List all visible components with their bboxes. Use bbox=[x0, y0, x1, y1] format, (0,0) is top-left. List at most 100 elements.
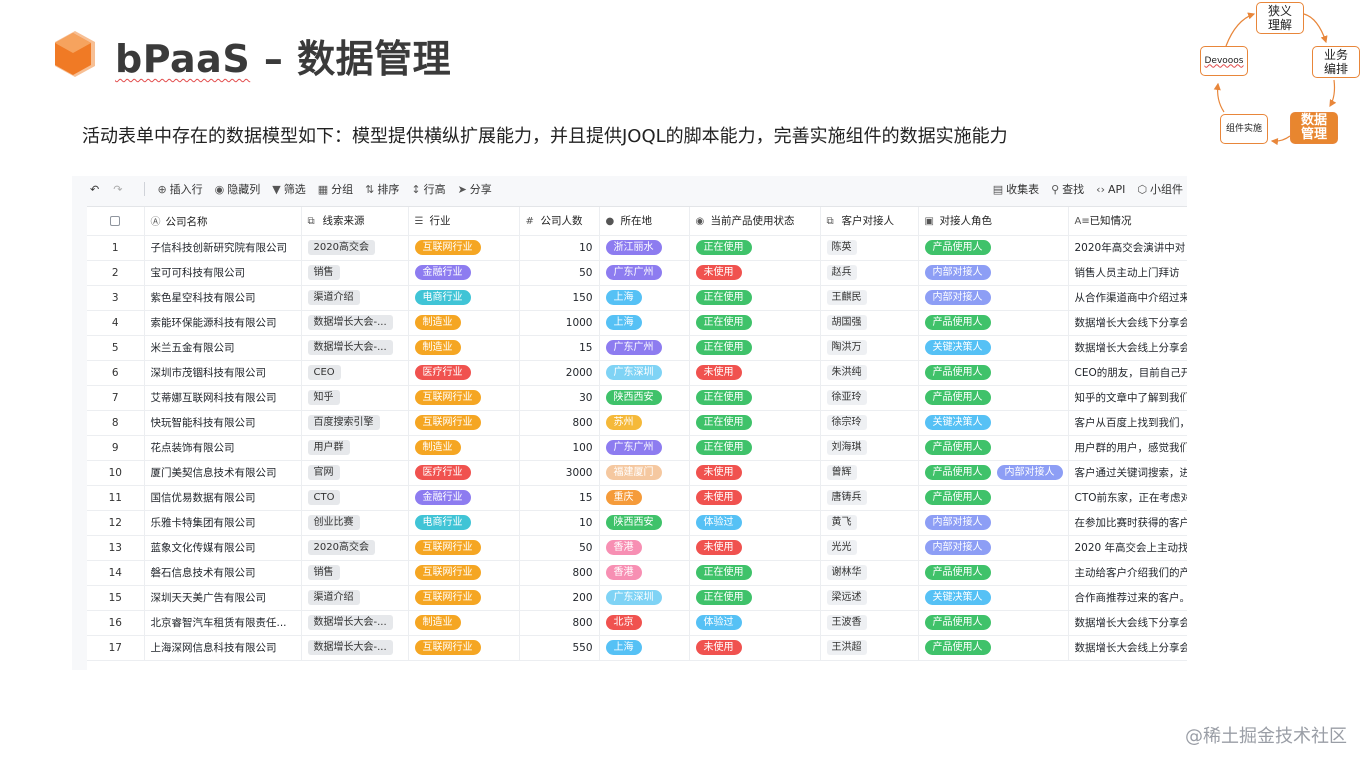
company-cell[interactable]: 上海深网信息科技有限公司 bbox=[144, 635, 302, 661]
filter-button[interactable]: ▼ 筛选 bbox=[272, 181, 305, 197]
status-cell[interactable]: 体验过 bbox=[689, 510, 821, 536]
row-index-cell[interactable]: 6 bbox=[87, 360, 145, 386]
role-cell[interactable]: 产品使用人 bbox=[918, 485, 1069, 511]
company-cell[interactable]: 索能环保能源科技有限公司 bbox=[144, 310, 302, 336]
info-cell[interactable]: 从合作渠道商中介绍过来 bbox=[1068, 285, 1187, 311]
table-row[interactable]: 2 宝可可科技有限公司 销售 金融行业 50 广东广州 未使用 赵兵 内部对接人 销售人员主动上门… bbox=[87, 260, 1187, 286]
table-row[interactable]: 12 乐雅卡特集团有限公司 创业比赛 电商行业 10 陕西西安 体验过 黄飞 内部对接人 在参加比… bbox=[87, 510, 1187, 536]
source-cell[interactable]: 百度搜索引擎 bbox=[301, 410, 409, 436]
info-cell[interactable]: 数据增长大会线下分享会 bbox=[1068, 310, 1187, 336]
industry-cell[interactable]: 医疗行业 bbox=[408, 460, 520, 486]
size-cell[interactable]: 15 bbox=[519, 485, 600, 511]
status-cell[interactable]: 未使用 bbox=[689, 485, 821, 511]
info-cell[interactable]: 数据增长大会线上分享会 bbox=[1068, 635, 1187, 661]
contact-cell[interactable]: 王波香 bbox=[820, 610, 919, 636]
industry-cell[interactable]: 医疗行业 bbox=[408, 360, 520, 386]
info-cell[interactable]: 客户通过关键词搜索，进 bbox=[1068, 460, 1187, 486]
size-cell[interactable]: 1000 bbox=[519, 310, 600, 336]
location-cell[interactable]: 陕西西安 bbox=[599, 510, 690, 536]
industry-cell[interactable]: 互联网行业 bbox=[408, 585, 520, 611]
row-index-cell[interactable]: 13 bbox=[87, 535, 145, 561]
info-cell[interactable]: CTO前东家，正在考虑对 bbox=[1068, 485, 1187, 511]
table-row[interactable]: 14 磐石信息技术有限公司 销售 互联网行业 800 香港 正在使用 谢林华 产品使用人 主动给客… bbox=[87, 560, 1187, 586]
table-row[interactable]: 13 蓝象文化传媒有限公司 2020高交会 互联网行业 50 香港 未使用 光光 内部对接人 20… bbox=[87, 535, 1187, 561]
contact-cell[interactable]: 曾辉 bbox=[820, 460, 919, 486]
table-row[interactable]: 15 深圳天天美广告有限公司 渠道介绍 互联网行业 200 广东深圳 正在使用 梁远述 关键决策… bbox=[87, 585, 1187, 611]
size-cell[interactable]: 15 bbox=[519, 335, 600, 361]
row-index-cell[interactable]: 4 bbox=[87, 310, 145, 336]
status-cell[interactable]: 正在使用 bbox=[689, 310, 821, 336]
size-cell[interactable]: 30 bbox=[519, 385, 600, 411]
role-cell[interactable]: 产品使用人 内部对接人 bbox=[918, 460, 1069, 486]
contact-cell[interactable]: 光光 bbox=[820, 535, 919, 561]
location-cell[interactable]: 广东广州 bbox=[599, 260, 690, 286]
source-cell[interactable]: 2020高交会 bbox=[301, 235, 409, 261]
industry-cell[interactable]: 互联网行业 bbox=[408, 235, 520, 261]
column-header-location[interactable]: ● 所在地 bbox=[599, 207, 690, 236]
location-cell[interactable]: 广东广州 bbox=[599, 335, 690, 361]
source-cell[interactable]: 销售 bbox=[301, 560, 409, 586]
status-cell[interactable]: 未使用 bbox=[689, 535, 821, 561]
table-row[interactable]: 5 米兰五金有限公司 数据增长大会-... 制造业 15 广东广州 正在使用 陶洪万 关键决策人… bbox=[87, 335, 1187, 361]
row-index-cell[interactable]: 16 bbox=[87, 610, 145, 636]
company-cell[interactable]: 国信优易数据有限公司 bbox=[144, 485, 302, 511]
info-cell[interactable]: 销售人员主动上门拜访 bbox=[1068, 260, 1187, 286]
source-cell[interactable]: 创业比赛 bbox=[301, 510, 409, 536]
location-cell[interactable]: 上海 bbox=[599, 635, 690, 661]
industry-cell[interactable]: 互联网行业 bbox=[408, 410, 520, 436]
share-button[interactable]: ➤ 分享 bbox=[458, 181, 492, 197]
row-index-cell[interactable]: 14 bbox=[87, 560, 145, 586]
contact-cell[interactable]: 胡国强 bbox=[820, 310, 919, 336]
industry-cell[interactable]: 金融行业 bbox=[408, 485, 520, 511]
source-cell[interactable]: 数据增长大会-... bbox=[301, 610, 409, 636]
column-header-info[interactable]: A≡已知情况 bbox=[1068, 207, 1187, 236]
info-cell[interactable]: CEO的朋友，目前自己开 bbox=[1068, 360, 1187, 386]
contact-cell[interactable]: 谢林华 bbox=[820, 560, 919, 586]
undo-icon[interactable]: ↶ bbox=[90, 183, 99, 196]
status-cell[interactable]: 未使用 bbox=[689, 360, 821, 386]
contact-cell[interactable]: 刘海琪 bbox=[820, 435, 919, 461]
status-cell[interactable]: 体验过 bbox=[689, 610, 821, 636]
size-cell[interactable]: 100 bbox=[519, 435, 600, 461]
size-cell[interactable]: 50 bbox=[519, 260, 600, 286]
source-cell[interactable]: 用户群 bbox=[301, 435, 409, 461]
company-cell[interactable]: 北京睿智汽车租赁有限责任... bbox=[144, 610, 302, 636]
location-cell[interactable]: 福建厦门 bbox=[599, 460, 690, 486]
role-cell[interactable]: 内部对接人 bbox=[918, 285, 1069, 311]
size-cell[interactable]: 800 bbox=[519, 560, 600, 586]
role-cell[interactable]: 内部对接人 bbox=[918, 510, 1069, 536]
widget-button[interactable]: ⬡ 小组件 bbox=[1137, 181, 1183, 197]
location-cell[interactable]: 上海 bbox=[599, 285, 690, 311]
column-header-source[interactable]: ⧉ 线索来源 bbox=[301, 207, 409, 236]
industry-cell[interactable]: 互联网行业 bbox=[408, 535, 520, 561]
company-cell[interactable]: 子信科技创新研究院有限公司 bbox=[144, 235, 302, 261]
location-cell[interactable]: 香港 bbox=[599, 560, 690, 586]
industry-cell[interactable]: 制造业 bbox=[408, 435, 520, 461]
size-cell[interactable]: 50 bbox=[519, 535, 600, 561]
location-cell[interactable]: 陕西西安 bbox=[599, 385, 690, 411]
size-cell[interactable]: 200 bbox=[519, 585, 600, 611]
size-cell[interactable]: 550 bbox=[519, 635, 600, 661]
size-cell[interactable]: 10 bbox=[519, 235, 600, 261]
industry-cell[interactable]: 互联网行业 bbox=[408, 560, 520, 586]
role-cell[interactable]: 产品使用人 bbox=[918, 360, 1069, 386]
contact-cell[interactable]: 王麒民 bbox=[820, 285, 919, 311]
source-cell[interactable]: 知乎 bbox=[301, 385, 409, 411]
size-cell[interactable]: 2000 bbox=[519, 360, 600, 386]
status-cell[interactable]: 正在使用 bbox=[689, 335, 821, 361]
location-cell[interactable]: 北京 bbox=[599, 610, 690, 636]
location-cell[interactable]: 广东深圳 bbox=[599, 585, 690, 611]
contact-cell[interactable]: 徐亚玲 bbox=[820, 385, 919, 411]
table-row[interactable]: 6 深圳市茂锢科技有限公司 CEO 医疗行业 2000 广东深圳 未使用 朱洪纯 产品使用人 CE… bbox=[87, 360, 1187, 386]
role-cell[interactable]: 产品使用人 bbox=[918, 385, 1069, 411]
contact-cell[interactable]: 唐铸兵 bbox=[820, 485, 919, 511]
row-height-button[interactable]: ↕ 行高 bbox=[411, 181, 445, 197]
table-row[interactable]: 17 上海深网信息科技有限公司 数据增长大会-... 互联网行业 550 上海 未使用 王洪超… bbox=[87, 635, 1187, 661]
location-cell[interactable]: 重庆 bbox=[599, 485, 690, 511]
company-cell[interactable]: 磐石信息技术有限公司 bbox=[144, 560, 302, 586]
source-cell[interactable]: CTO bbox=[301, 485, 409, 511]
role-cell[interactable]: 产品使用人 bbox=[918, 235, 1069, 261]
status-cell[interactable]: 正在使用 bbox=[689, 585, 821, 611]
role-cell[interactable]: 内部对接人 bbox=[918, 535, 1069, 561]
info-cell[interactable]: 知乎的文章中了解到我们 bbox=[1068, 385, 1187, 411]
